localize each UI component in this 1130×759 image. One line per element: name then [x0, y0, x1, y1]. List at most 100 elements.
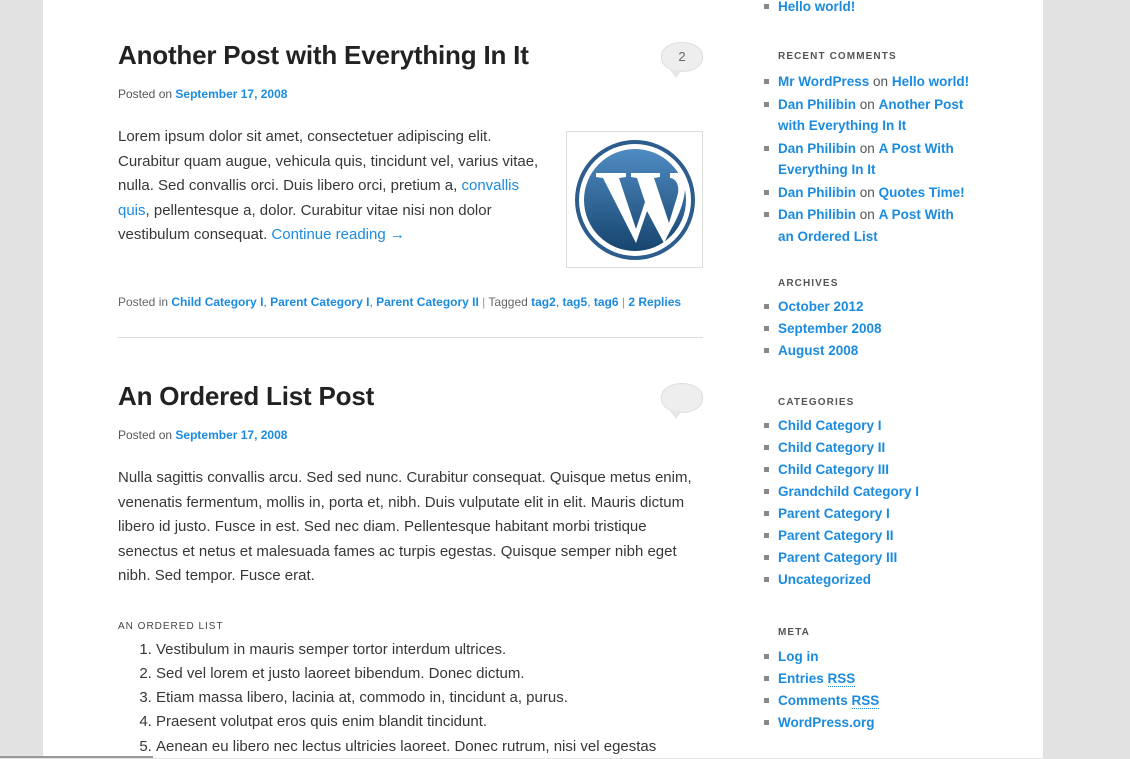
comment-post-link-line1[interactable]: A Post With [879, 141, 954, 156]
entry-meta: Posted on September 17, 2008 [118, 87, 703, 101]
meta-list: Log in Entries RSS Comments RSS WordPres… [764, 646, 978, 734]
category-item: Parent Category I [764, 503, 978, 525]
category-link[interactable]: Parent Category I [778, 506, 890, 521]
post-title-text[interactable]: Another Post with Everything In It [118, 40, 529, 70]
post-date-link[interactable]: September 17, 2008 [175, 428, 287, 442]
rss-abbr[interactable]: RSS [827, 671, 856, 687]
rss-abbr[interactable]: RSS [851, 693, 880, 709]
category-item: Uncategorized [764, 569, 978, 591]
archive-item: August 2008 [764, 340, 978, 362]
wordpress-org-link[interactable]: WordPress.org [778, 715, 875, 730]
wordpress-logo-icon [574, 139, 695, 260]
category-item: Child Category I [764, 415, 978, 437]
posted-on-label: Posted on [118, 428, 173, 442]
category-item: Parent Category II [764, 525, 978, 547]
post-another-post: Another Post with Everything In It 2 Pos… [118, 40, 703, 309]
list-item: Vestibulum in mauris semper tortor inter… [156, 638, 703, 662]
replies-link[interactable]: 2 Replies [628, 295, 681, 309]
ordered-list: Vestibulum in mauris semper tortor inter… [118, 638, 703, 759]
comment-post-link-line2[interactable]: Everything In It [778, 162, 876, 177]
comment-post-link-line2[interactable]: an Ordered List [778, 229, 878, 244]
list-item: Etiam massa libero, lacinia at, commodo … [156, 686, 703, 710]
comment-post-link-line1[interactable]: A Post With [879, 207, 954, 222]
widget-title: RECENT COMMENTS [778, 51, 897, 62]
archives-widget: ARCHIVES October 2012 September 2008 Aug… [764, 278, 978, 362]
archive-item: October 2012 [764, 296, 978, 318]
post-footer-meta: Posted in Child Category I, Parent Categ… [118, 295, 682, 309]
widget-title: ARCHIVES [778, 278, 839, 289]
post-date-link[interactable]: September 17, 2008 [175, 87, 287, 101]
post-title-text[interactable]: An Ordered List Post [118, 381, 374, 411]
entries-label[interactable]: Entries [778, 671, 824, 686]
categories-list: Child Category I Child Category II Child… [764, 415, 978, 591]
categories-widget: CATEGORIES Child Category I Child Catego… [764, 397, 978, 591]
category-item: Grandchild Category I [764, 481, 978, 503]
comment-post-link-line1[interactable]: Another Post [879, 97, 964, 112]
comment-bubble-icon[interactable] [661, 383, 703, 419]
post-title[interactable]: Another Post with Everything In It [118, 40, 703, 71]
wordpress-logo-image[interactable] [566, 131, 703, 268]
post-divider [118, 337, 703, 338]
comment-bubble-icon[interactable]: 2 [661, 42, 703, 78]
comment-author-link[interactable]: Dan Philibin [778, 97, 856, 112]
category-link[interactable]: Child Category II [778, 440, 885, 455]
recent-comments-list: Mr WordPress on Hello world! Dan Philibi… [764, 71, 978, 247]
comment-author-link[interactable]: Dan Philibin [778, 141, 856, 156]
comment-author-link[interactable]: Dan Philibin [778, 207, 856, 222]
post-ordered-list: An Ordered List Post Posted on September… [118, 381, 703, 759]
list-heading: AN ORDERED LIST [118, 620, 224, 632]
category-link[interactable]: Parent Category I [270, 295, 369, 309]
on-label: on [859, 184, 875, 200]
post-body: Nulla sagittis convallis arcu. Sed sed n… [118, 469, 692, 584]
meta-item: Entries RSS [764, 668, 978, 690]
archives-list: October 2012 September 2008 August 2008 [764, 296, 978, 362]
entry-meta: Posted on September 17, 2008 [118, 428, 703, 442]
comment-item: Dan Philibin on Quotes Time! [764, 182, 978, 204]
comment-post-link[interactable]: Quotes Time! [879, 185, 965, 200]
category-link[interactable]: Parent Category II [376, 295, 479, 309]
log-in-link[interactable]: Log in [778, 649, 819, 664]
archive-link[interactable]: October 2012 [778, 299, 864, 314]
comment-author-link[interactable]: Dan Philibin [778, 185, 856, 200]
widget-title: CATEGORIES [778, 397, 855, 408]
entries-rss-link[interactable]: Entries RSS [778, 671, 856, 687]
comments-rss-link[interactable]: Comments RSS [778, 693, 880, 709]
tag-link[interactable]: tag6 [594, 295, 619, 309]
comments-label[interactable]: Comments [778, 693, 848, 708]
comment-author-link[interactable]: Mr WordPress [778, 74, 869, 89]
posted-on-label: Posted on [118, 87, 173, 101]
archive-link[interactable]: August 2008 [778, 343, 858, 358]
category-link[interactable]: Child Category III [778, 462, 889, 477]
category-link[interactable]: Child Category I [778, 418, 882, 433]
recent-post-link[interactable]: Hello world! [778, 0, 855, 14]
on-label: on [859, 207, 875, 222]
continue-reading-link[interactable]: Continue reading → [271, 226, 404, 243]
comment-item: Dan Philibin on Another Post with Everyth… [764, 94, 978, 137]
category-link[interactable]: Grandchild Category I [778, 484, 919, 499]
recent-comments-widget: RECENT COMMENTS Mr WordPress on Hello wo… [764, 51, 978, 248]
archive-item: September 2008 [764, 318, 978, 340]
list-item: Aenean eu libero nec lectus ultricies la… [156, 735, 703, 759]
on-label: on [859, 96, 875, 112]
list-item: Sed vel lorem et justo laoreet bibendum.… [156, 662, 703, 686]
category-link[interactable]: Child Category I [171, 295, 263, 309]
category-link[interactable]: Parent Category III [778, 550, 897, 565]
meta-item: Comments RSS [764, 690, 978, 712]
tag-link[interactable]: tag5 [563, 295, 588, 309]
category-link[interactable]: Parent Category II [778, 528, 894, 543]
meta-widget: META Log in Entries RSS Comments RSS Wor… [764, 627, 978, 734]
comment-item: Dan Philibin on A Post With an Ordered Li… [764, 204, 978, 247]
category-item: Child Category II [764, 437, 978, 459]
comment-post-link-line2[interactable]: with Everything In It [778, 118, 906, 133]
category-link[interactable]: Uncategorized [778, 572, 871, 587]
category-item: Parent Category III [764, 547, 978, 569]
category-item: Child Category III [764, 459, 978, 481]
comment-post-link[interactable]: Hello world! [892, 74, 969, 89]
tagged-label: Tagged [488, 295, 528, 309]
archive-link[interactable]: September 2008 [778, 321, 882, 336]
post-title[interactable]: An Ordered List Post [118, 381, 703, 412]
comment-count[interactable]: 2 [678, 49, 685, 64]
comment-item: Mr WordPress on Hello world! [764, 71, 978, 93]
tag-link[interactable]: tag2 [531, 295, 556, 309]
meta-item: Log in [764, 646, 978, 668]
